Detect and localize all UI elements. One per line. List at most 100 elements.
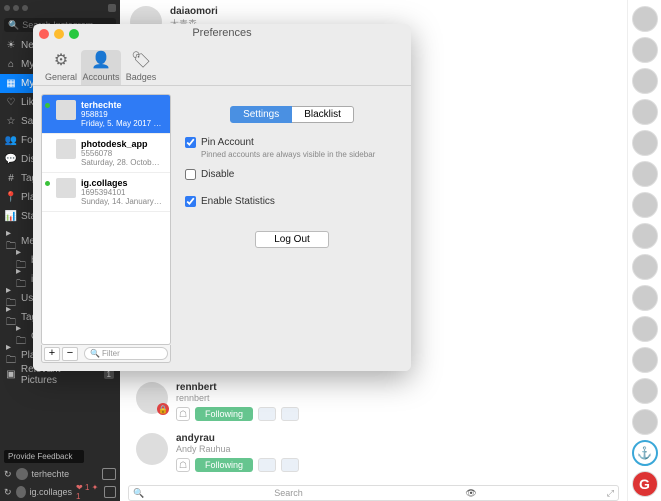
checkbox[interactable] xyxy=(185,169,196,180)
modal-toolbar: ⚙ General 👤Accounts🏷Badges xyxy=(33,44,411,86)
tab-icon: ⚙ xyxy=(41,50,81,70)
tab-label: General xyxy=(45,72,77,82)
rail-avatar[interactable] xyxy=(632,99,658,125)
sidebar-item-icon: ☆ xyxy=(6,116,16,127)
filter-placeholder: Filter xyxy=(102,349,120,358)
avatar xyxy=(16,468,28,480)
sidebar-account-row[interactable]: ↻ig.collages❤ 1 ✦ 1 xyxy=(0,483,120,501)
account-list-item[interactable]: photodesk_app5556078Saturday, 28. Octobe… xyxy=(42,134,170,173)
sidebar-relevant-count: 1 xyxy=(104,370,114,379)
rail-avatar[interactable] xyxy=(632,316,658,342)
user-subtitle: rennbert xyxy=(176,393,299,403)
rail-avatar[interactable] xyxy=(632,223,658,249)
sidebar-item-icon: 📍 xyxy=(6,192,16,203)
feedback-link[interactable]: Provide Feedback xyxy=(4,450,84,463)
rail-avatar[interactable] xyxy=(632,68,658,94)
modal-title: Preferences xyxy=(33,27,411,39)
main-search[interactable]: 🔍 Search 👁 ⤢ xyxy=(128,485,619,501)
folder-icon: ▸ 🗀 xyxy=(6,304,16,332)
checkbox-label: Pin Account xyxy=(201,137,254,148)
tab-blacklist[interactable]: Blacklist xyxy=(292,106,354,123)
tab-label: Badges xyxy=(126,72,157,82)
eye-icon[interactable]: 👁 xyxy=(465,488,476,499)
tab-settings[interactable]: Settings xyxy=(230,106,292,123)
tab-label: Accounts xyxy=(82,72,119,82)
refresh-icon: ↻ xyxy=(4,469,12,480)
window-controls xyxy=(0,0,120,16)
sidebar-toggle-icon[interactable] xyxy=(108,4,116,12)
rail-avatar[interactable] xyxy=(632,6,658,32)
rail-avatar[interactable] xyxy=(632,192,658,218)
rail-avatar[interactable] xyxy=(632,378,658,404)
account-date: Friday, 5. May 2017 at 19:14… xyxy=(81,119,164,128)
avatar-rail: ⚓ G xyxy=(627,0,661,501)
toolbar-tab-badges[interactable]: 🏷Badges xyxy=(121,50,161,85)
expand-icon[interactable]: ⤢ xyxy=(607,488,614,499)
bookmark-icon[interactable]: ☖ xyxy=(176,458,190,472)
rail-avatar[interactable] xyxy=(632,254,658,280)
pin-account-checkbox[interactable]: Pin Account xyxy=(185,137,399,148)
search-icon: 🔍 xyxy=(90,349,100,358)
avatar xyxy=(16,486,26,498)
camera-icon[interactable] xyxy=(104,486,116,498)
account-name: terhechte xyxy=(32,469,70,479)
account-id: 5556078 xyxy=(81,149,164,158)
avatar xyxy=(136,433,168,465)
account-date: Sunday, 14. January 2018 at… xyxy=(81,197,164,206)
add-account-button[interactable]: + xyxy=(44,347,60,361)
account-name: photodesk_app xyxy=(81,139,164,149)
folder-icon: ▸ 🗀 xyxy=(16,323,26,351)
search-placeholder: Search xyxy=(274,488,303,498)
account-name: terhechte xyxy=(81,100,164,110)
bookmark-icon[interactable]: ☖ xyxy=(176,407,190,421)
account-name: ig.collages xyxy=(81,178,164,188)
remove-account-button[interactable]: − xyxy=(62,347,78,361)
account-filter-input[interactable]: 🔍 Filter xyxy=(84,347,168,360)
rail-avatar[interactable] xyxy=(632,347,658,373)
account-list-item[interactable]: terhechte958819Friday, 5. May 2017 at 19… xyxy=(42,95,170,134)
account-list: terhechte958819Friday, 5. May 2017 at 19… xyxy=(41,94,171,345)
user-card[interactable]: andyrauAndy Rauhua☖Following xyxy=(126,427,621,478)
checkbox[interactable] xyxy=(185,137,196,148)
account-thumbnail xyxy=(56,139,76,159)
checkbox[interactable] xyxy=(185,196,196,207)
sidebar-item-icon: 👥 xyxy=(6,135,16,146)
toolbar-tab-general[interactable]: ⚙ General xyxy=(41,50,81,85)
toolbar-tab-accounts[interactable]: 👤Accounts xyxy=(81,50,121,85)
lock-icon: 🔒 xyxy=(157,403,169,415)
account-list-item[interactable]: ig.collages1695394101Sunday, 14. January… xyxy=(42,173,170,212)
rail-avatar[interactable] xyxy=(632,285,658,311)
enable-statistics-checkbox[interactable]: Enable Statistics xyxy=(185,196,399,207)
account-name: ig.collages xyxy=(30,487,73,497)
account-id: 958819 xyxy=(81,110,164,119)
logout-button[interactable]: Log Out xyxy=(255,231,329,248)
add-user-icon[interactable] xyxy=(281,407,299,421)
sidebar-item-icon: ▦ xyxy=(6,78,16,89)
following-button[interactable]: Following xyxy=(195,458,253,472)
rail-avatar[interactable] xyxy=(632,161,658,187)
rail-avatar[interactable] xyxy=(632,130,658,156)
pin-account-hint: Pinned accounts are always visible in th… xyxy=(201,150,399,159)
checkbox-label: Disable xyxy=(201,169,234,180)
traffic-dot xyxy=(13,5,19,11)
user-name: rennbert xyxy=(176,382,299,393)
sidebar-account-row[interactable]: ↻ terhechte xyxy=(0,465,120,483)
folder-icon: ▸ 🗀 xyxy=(6,228,16,256)
folder-icon: ▸ 🗀 xyxy=(16,266,26,294)
rail-avatar[interactable]: ⚓ xyxy=(632,440,658,466)
rail-avatar[interactable]: G xyxy=(632,471,658,497)
disable-checkbox[interactable]: Disable xyxy=(185,169,399,180)
add-user-icon[interactable] xyxy=(281,458,299,472)
online-indicator-icon xyxy=(45,103,50,108)
user-card[interactable]: 🔒 rennbertrennbert ☖ Following xyxy=(126,376,621,427)
online-indicator-icon xyxy=(45,181,50,186)
preferences-window: Preferences ⚙ General 👤Accounts🏷Badges ter… xyxy=(33,24,411,371)
following-button[interactable]: Following xyxy=(195,407,253,421)
rail-avatar[interactable] xyxy=(632,37,658,63)
more-icon[interactable] xyxy=(258,458,276,472)
camera-icon[interactable] xyxy=(102,468,116,480)
folder-icon: ▸ 🗀 xyxy=(6,342,16,370)
more-icon[interactable] xyxy=(258,407,276,421)
account-stats: ❤ 1 ✦ 1 xyxy=(76,483,100,501)
rail-avatar[interactable] xyxy=(632,409,658,435)
